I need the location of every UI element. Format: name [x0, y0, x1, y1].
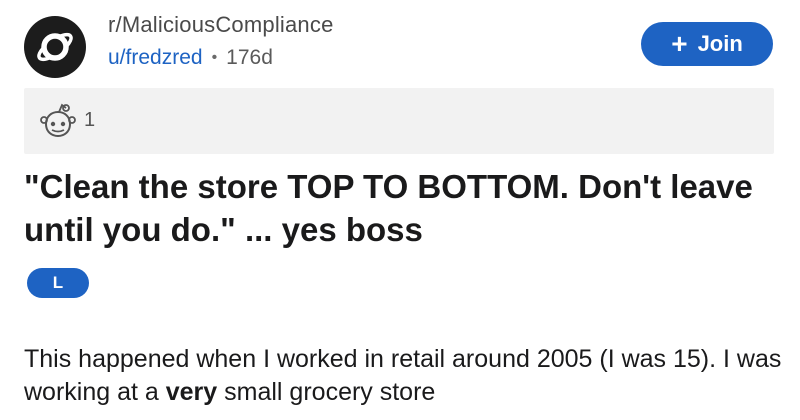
post-body: This happened when I worked in retail ar… [24, 343, 784, 409]
join-label: Join [697, 31, 743, 56]
post-meta: u/fredzred • 176d [108, 46, 273, 70]
subreddit-name[interactable]: r/MaliciousCompliance [108, 12, 334, 38]
post-title[interactable]: "Clean the store TOP TO BOTTOM. Don't le… [24, 165, 784, 251]
post-age: 176d [226, 46, 273, 69]
award-count: 1 [84, 109, 96, 131]
author-username[interactable]: u/fredzred [108, 46, 203, 70]
subreddit-avatar[interactable] [24, 16, 86, 78]
awards-bar: 1 [24, 88, 774, 154]
join-button[interactable]: + Join [641, 22, 773, 66]
post-body-bold: very [165, 378, 218, 406]
meta-separator: • [211, 49, 218, 66]
post-flair[interactable]: L [27, 268, 89, 298]
post-body-text-end: small grocery store [217, 378, 436, 406]
reddit-planet-logo-icon [37, 32, 73, 62]
plus-icon: + [671, 28, 688, 59]
award-face-icon[interactable] [38, 102, 78, 142]
